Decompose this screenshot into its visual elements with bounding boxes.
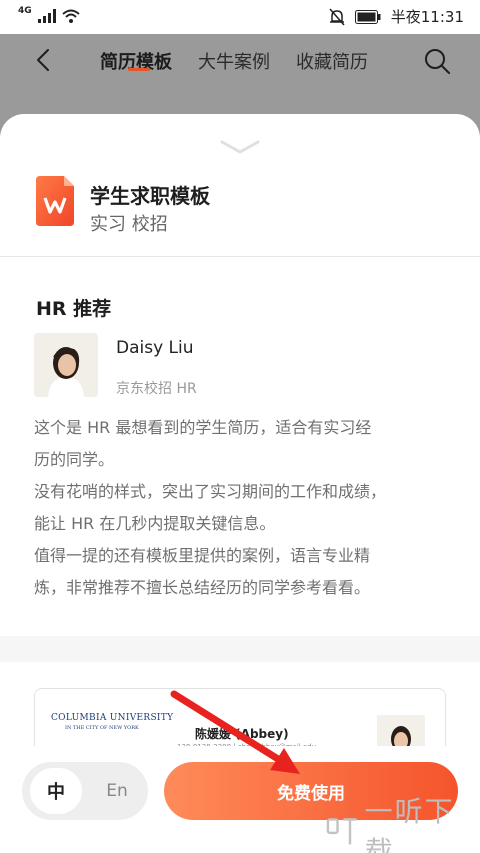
tab-saved-resumes[interactable]: 收藏简历 — [296, 48, 368, 74]
template-detail-sheet: 学生求职模板 实习 校招 HR 推荐 Daisy Liu 京东校招 HR 这个是… — [0, 114, 480, 853]
tab-expert-cases[interactable]: 大牛案例 — [198, 48, 270, 74]
mute-bell-icon — [329, 8, 345, 25]
chevron-down-icon[interactable] — [218, 136, 262, 156]
language-toggle[interactable]: 中 En — [22, 762, 148, 820]
template-tags: 实习 校招 — [90, 214, 168, 235]
hr-role: 京东校招 HR — [116, 381, 197, 397]
clock: 半夜11:31 — [390, 8, 464, 26]
section-separator — [0, 636, 480, 662]
battery-icon — [354, 9, 381, 24]
avatar-portrait-icon — [34, 333, 98, 397]
university-logo: COLUMBIA UNIVERSITY — [51, 713, 174, 723]
template-title: 学生求职模板 — [90, 184, 210, 208]
lang-option-zh[interactable]: 中 — [30, 768, 82, 814]
description-line: 历的同学。 — [34, 450, 115, 469]
hr-recommend-heading: HR 推荐 — [36, 298, 112, 320]
description-line: 这个是 HR 最想看到的学生简历，适合有实习经 — [34, 418, 372, 437]
lang-option-en[interactable]: En — [94, 768, 140, 814]
watermark-logo-icon — [326, 817, 357, 844]
word-document-icon — [36, 176, 74, 226]
search-icon[interactable] — [422, 46, 452, 76]
network-label: 4G — [18, 6, 32, 16]
description-line: 炼，非常推荐不擅长总结经历的同学参考看看。 — [34, 578, 371, 597]
status-bar: 4G 半夜11:31 — [0, 0, 480, 34]
section-divider — [0, 256, 480, 257]
top-nav: 简历模板 大牛案例 收藏简历 — [0, 34, 480, 88]
wifi-icon — [61, 9, 80, 23]
watermark: 一听下载 — [326, 795, 480, 853]
hr-name: Daisy Liu — [116, 338, 194, 358]
watermark-text: 一听下载 — [364, 794, 455, 853]
description-line: 能让 HR 在几秒内提取关键信息。 — [34, 514, 276, 533]
signal-icon — [37, 9, 56, 23]
description-line: 没有花哨的样式，突出了实习期间的工作和成绩， — [34, 482, 387, 501]
status-left: 4G — [18, 6, 80, 23]
description-line: 值得一提的还有模板里提供的案例，语言专业精 — [34, 546, 371, 565]
status-right: 半夜11:31 — [329, 6, 464, 27]
template-header: 学生求职模板 实习 校招 — [36, 176, 456, 240]
hr-description: 这个是 HR 最想看到的学生简历，适合有实习经 历的同学。 没有花哨的样式，突出… — [34, 412, 452, 604]
university-subtitle: IN THE CITY OF NEW YORK — [65, 725, 139, 731]
hr-avatar — [34, 333, 98, 397]
back-arrow-icon[interactable] — [30, 46, 58, 74]
resume-name: 陈媛媛 (Abbey) — [195, 727, 289, 741]
active-tab-indicator — [128, 68, 150, 71]
